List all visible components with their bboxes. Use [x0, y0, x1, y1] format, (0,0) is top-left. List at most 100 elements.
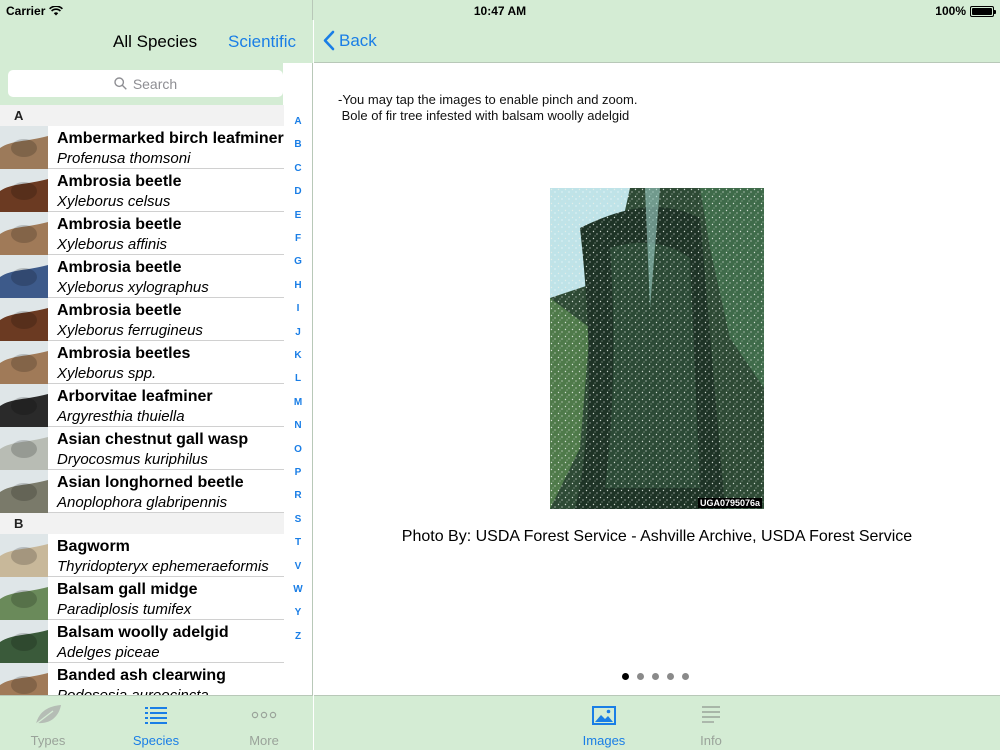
back-label: Back: [339, 30, 377, 50]
all-species-segment[interactable]: All Species: [113, 32, 197, 52]
scientific-name: Podosesia aureocincta: [57, 687, 209, 695]
species-photo[interactable]: UGA0795076a: [550, 188, 764, 509]
index-letter[interactable]: Y: [284, 607, 312, 618]
common-name: Ambrosia beetle: [57, 259, 182, 276]
photo-id-label: UGA0795076a: [697, 498, 762, 508]
index-letter[interactable]: K: [284, 350, 312, 361]
common-name: Asian longhorned beetle: [57, 474, 244, 491]
common-name: Balsam woolly adelgid: [57, 624, 229, 641]
index-letter[interactable]: L: [284, 373, 312, 384]
scientific-name: Xyleborus affinis: [57, 236, 168, 253]
section-header: A: [0, 105, 284, 126]
index-letter[interactable]: N: [284, 420, 312, 431]
list-icon: [145, 707, 167, 724]
tab-images[interactable]: Images: [564, 702, 644, 748]
index-letter[interactable]: T: [284, 537, 312, 548]
page-control[interactable]: [622, 673, 689, 680]
table-row[interactable]: Ambrosia beetle Xyleborus celsus: [0, 169, 284, 212]
scientific-name: Paradiplosis tumifex: [57, 601, 192, 618]
common-name: Bagworm: [57, 538, 130, 555]
common-name: Banded ash clearwing: [57, 667, 226, 684]
search-bar: Search: [0, 63, 283, 105]
index-letter[interactable]: P: [284, 467, 312, 478]
search-placeholder: Search: [132, 75, 178, 92]
tab-more-label: More: [249, 733, 279, 748]
back-button[interactable]: Back: [322, 30, 377, 51]
page-dot[interactable]: [622, 673, 629, 680]
common-name: Ambrosia beetle: [57, 302, 182, 319]
scientific-name: Profenusa thomsoni: [57, 150, 191, 167]
image-instructions: -You may tap the images to enable pinch …: [338, 92, 637, 124]
index-letter[interactable]: I: [284, 303, 312, 314]
search-input[interactable]: Search: [8, 70, 283, 97]
species-table[interactable]: A Ambermarked birch leafminer Profenusa th…: [0, 105, 284, 695]
table-row[interactable]: Ambrosia beetles Xyleborus spp.: [0, 341, 284, 384]
chevron-left-icon: [323, 30, 335, 51]
leaf-icon: [35, 705, 61, 725]
table-row[interactable]: Ambrosia beetle Xyleborus affinis: [0, 212, 284, 255]
tab-images-label: Images: [582, 733, 626, 748]
page-dot[interactable]: [637, 673, 644, 680]
index-letter[interactable]: M: [284, 397, 312, 408]
table-row[interactable]: Asian chestnut gall wasp Dryocosmus kurip…: [0, 427, 284, 470]
detail-tab-bar: Images Info: [314, 695, 1000, 750]
tab-species[interactable]: Species: [116, 702, 196, 748]
common-name: Arborvitae leafminer: [57, 388, 213, 405]
species-thumbnail: [0, 470, 48, 513]
index-letter[interactable]: A: [284, 116, 312, 127]
common-name: Balsam gall midge: [57, 581, 198, 598]
species-thumbnail: [0, 341, 48, 384]
scientific-segment[interactable]: Scientific: [228, 32, 296, 52]
index-letter[interactable]: R: [284, 490, 312, 501]
tab-types[interactable]: Types: [8, 702, 88, 748]
table-row[interactable]: Ambrosia beetle Xyleborus xylographus: [0, 255, 284, 298]
index-letter[interactable]: H: [284, 280, 312, 291]
index-letter[interactable]: S: [284, 514, 312, 525]
tab-species-label: Species: [132, 733, 180, 748]
table-row[interactable]: Balsam woolly adelgid Adelges piceae: [0, 620, 284, 663]
species-list-pane: All Species Scientific Search A Ambermark…: [0, 0, 313, 750]
table-row[interactable]: Ambrosia beetle Xyleborus ferrugineus: [0, 298, 284, 341]
scientific-name: Argyresthia thuiella: [57, 408, 185, 425]
species-thumbnail: [0, 298, 48, 341]
index-letter[interactable]: O: [284, 444, 312, 455]
species-thumbnail: [0, 620, 48, 663]
tab-info-label: Info: [700, 733, 722, 748]
section-index-bar[interactable]: A B C D E F G H I J K L M N O P R S T V W Y Z: [284, 105, 312, 695]
table-row[interactable]: Ambermarked birch leafminer Profenusa tho…: [0, 126, 284, 169]
scientific-name: Thyridopteryx ephemeraeformis: [57, 558, 269, 575]
common-name: Ambrosia beetle: [57, 173, 182, 190]
scientific-name: Anoplophora glabripennis: [57, 494, 228, 511]
species-thumbnail: [0, 126, 48, 169]
index-letter[interactable]: D: [284, 186, 312, 197]
common-name: Ambrosia beetle: [57, 216, 182, 233]
scientific-name: Xyleborus ferrugineus: [57, 322, 203, 339]
index-letter[interactable]: E: [284, 210, 312, 221]
table-row[interactable]: Balsam gall midge Paradiplosis tumifex: [0, 577, 284, 620]
species-thumbnail: [0, 212, 48, 255]
index-letter[interactable]: V: [284, 561, 312, 572]
page-dot[interactable]: [667, 673, 674, 680]
table-row[interactable]: Arborvitae leafminer Argyresthia thuiella: [0, 384, 284, 427]
fir-tree-bole-photo: [550, 188, 764, 509]
scientific-name: Xyleborus spp.: [57, 365, 157, 382]
index-letter[interactable]: J: [284, 327, 312, 338]
species-thumbnail: [0, 534, 48, 577]
index-letter[interactable]: F: [284, 233, 312, 244]
species-detail-pane: Back -You may tap the images to enable p…: [314, 0, 1000, 750]
index-letter[interactable]: Z: [284, 631, 312, 642]
index-letter[interactable]: C: [284, 163, 312, 174]
page-dot[interactable]: [682, 673, 689, 680]
index-letter[interactable]: G: [284, 256, 312, 267]
index-letter[interactable]: W: [284, 584, 312, 595]
index-letter[interactable]: B: [284, 139, 312, 150]
tab-more[interactable]: More: [224, 702, 304, 748]
image-icon: [592, 705, 616, 725]
common-name: Ambrosia beetles: [57, 345, 191, 362]
table-row[interactable]: Asian longhorned beetle Anoplophora glabr…: [0, 470, 284, 513]
table-row[interactable]: Banded ash clearwing Podosesia aureocinct…: [0, 663, 284, 695]
tab-info[interactable]: Info: [671, 702, 751, 748]
page-dot[interactable]: [652, 673, 659, 680]
table-row[interactable]: Bagworm Thyridopteryx ephemeraeformis: [0, 534, 284, 577]
species-thumbnail: [0, 384, 48, 427]
